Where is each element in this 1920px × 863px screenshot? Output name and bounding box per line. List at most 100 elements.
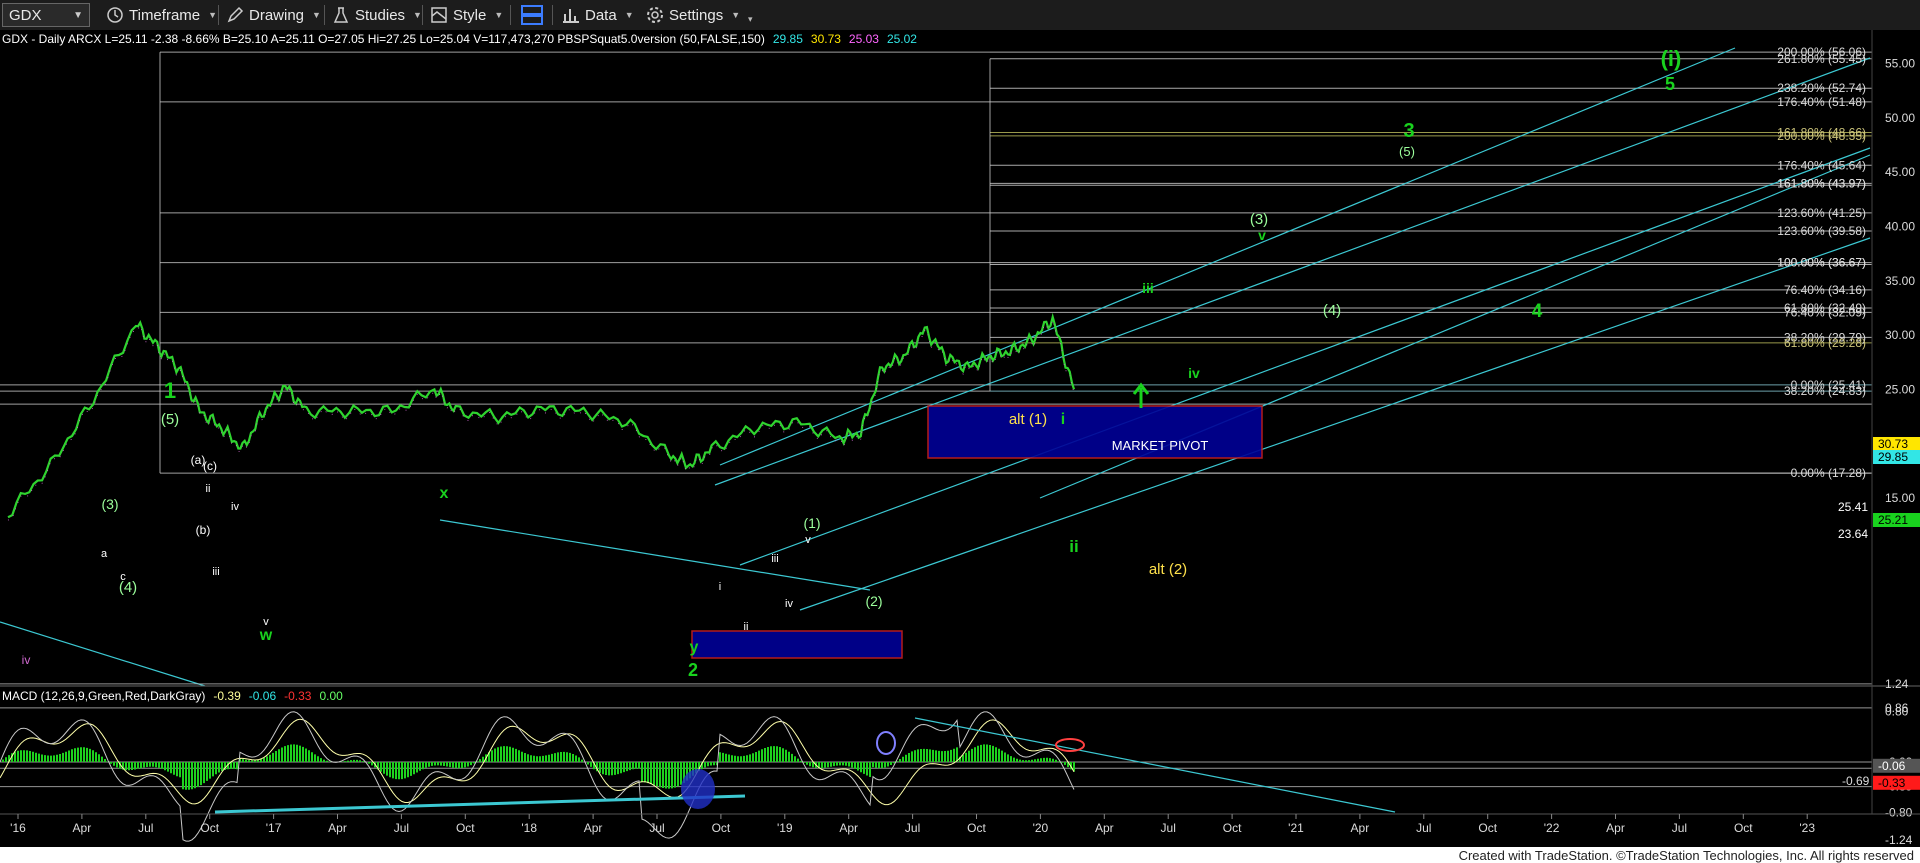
settings-menu[interactable]: Settings ▼ — [646, 3, 740, 27]
drawing-menu[interactable]: Drawing ▼ — [226, 3, 321, 27]
indicator-value: 25.03 — [849, 32, 879, 46]
wave-label: i — [719, 581, 721, 593]
price-tag-label: 30.73 — [1878, 437, 1908, 451]
price-tag-label: 25.21 — [1878, 513, 1908, 527]
fib-level-label: 61.80% (29.28) — [1784, 336, 1866, 350]
time-axis-tick: Oct — [1223, 821, 1242, 835]
wave-label: (5) — [1399, 144, 1415, 159]
price-axis-tick: 55.00 — [1885, 57, 1915, 71]
time-axis-tick: '19 — [777, 821, 793, 835]
toolbar-divider — [324, 5, 325, 25]
time-axis-tick: Apr — [328, 821, 347, 835]
time-axis-tick: Jul — [649, 821, 664, 835]
macd-value: -0.39 — [213, 689, 241, 703]
time-axis-tick: Oct — [712, 821, 731, 835]
toolbar-divider — [510, 5, 511, 25]
wave-label: x — [440, 485, 449, 502]
symbol-input[interactable]: GDX ▼ — [2, 3, 90, 27]
wave-label: (4) — [1323, 302, 1341, 319]
wave-label: ii — [744, 621, 749, 633]
clock-icon — [107, 7, 123, 23]
wave-label: 3 — [1403, 120, 1414, 142]
price-level-label: 23.64 — [1838, 527, 1868, 541]
time-axis-tick: '23 — [1799, 821, 1815, 835]
style-menu[interactable]: Style ▼ — [430, 3, 503, 27]
time-axis-tick: Apr — [73, 821, 92, 835]
price-axis-tick: 25.00 — [1885, 382, 1915, 396]
time-axis-tick: '21 — [1288, 821, 1304, 835]
data-menu[interactable]: Data ▼ — [562, 3, 634, 27]
price-axis-tick: 15.00 — [1885, 491, 1915, 505]
time-axis-tick: Jul — [905, 821, 920, 835]
wave-label: (b) — [196, 523, 211, 537]
chart-header-text: GDX - Daily ARCX L=25.11 -2.38 -8.66% B=… — [2, 32, 765, 46]
wave-label: 2 — [688, 660, 698, 680]
price-axis-tick: 30.00 — [1885, 328, 1915, 342]
time-axis-tick: Oct — [1478, 821, 1497, 835]
time-axis-tick: Apr — [1351, 821, 1370, 835]
toolbar-divider — [422, 5, 423, 25]
price-axis-tick: 35.00 — [1885, 274, 1915, 288]
wave-label: (2) — [865, 593, 882, 609]
time-axis-tick: Jul — [1672, 821, 1687, 835]
wave-label: 5 — [1665, 74, 1675, 94]
time-axis-tick: Apr — [1606, 821, 1625, 835]
wave-label: iv — [785, 598, 793, 610]
macd-header-text: MACD (12,26,9,Green,Red,DarkGray) — [2, 689, 205, 703]
copyright-text: Created with TradeStation. ©TradeStation… — [1458, 848, 1914, 863]
fib-level-label: 38.20% (24.83) — [1784, 384, 1866, 398]
market-pivot-label: MARKET PIVOT — [1112, 438, 1209, 453]
drawing-label: Drawing — [249, 6, 305, 24]
time-axis-tick: Jul — [1416, 821, 1431, 835]
layout-button[interactable] — [520, 3, 549, 27]
style-icon — [431, 7, 447, 23]
gear-icon — [647, 7, 663, 23]
symbol-value: GDX — [9, 6, 42, 24]
chart-header: GDX - Daily ARCX L=25.11 -2.38 -8.66% B=… — [2, 32, 917, 46]
wave-label: v — [1258, 227, 1266, 243]
wave-label: (1) — [803, 515, 820, 531]
macd-tag-label: -0.33 — [1878, 776, 1906, 790]
wave-label: ii — [1069, 537, 1078, 556]
chevron-down-icon: ▾ — [748, 13, 753, 24]
macd-value: -0.33 — [284, 689, 312, 703]
wave-label: iv — [22, 653, 31, 667]
wave-label: (3) — [1250, 211, 1268, 228]
overflow-menu[interactable]: ▾ — [740, 7, 753, 31]
time-axis-tick: Oct — [456, 821, 475, 835]
time-axis-tick: Apr — [584, 821, 603, 835]
price-level-label: 25.41 — [1838, 500, 1868, 514]
chart-toolbar: GDX ▼ Timeframe ▼ Drawing ▼ Studies ▼ Style… — [0, 0, 1920, 31]
wave-label: alt (1) — [1009, 411, 1047, 428]
time-axis-tick: Jul — [138, 821, 153, 835]
fib-level-label: 123.60% (41.25) — [1777, 206, 1866, 220]
wave-label: alt (2) — [1149, 561, 1187, 578]
time-axis-tick: Oct — [967, 821, 986, 835]
fib-level-label: 76.40% (32.09) — [1784, 305, 1866, 319]
fib-level-label: 123.60% (39.58) — [1777, 224, 1866, 238]
chevron-down-icon: ▼ — [624, 10, 634, 20]
chevron-down-icon[interactable]: ▼ — [73, 10, 83, 21]
macd-highlight-circle — [681, 769, 715, 809]
fib-level-label: 161.80% (43.97) — [1777, 176, 1866, 190]
timeframe-menu[interactable]: Timeframe ▼ — [106, 3, 217, 27]
macd-axis-tick: -1.24 — [1885, 833, 1913, 847]
market-pivot-box — [927, 405, 1263, 459]
bar-chart-icon — [563, 9, 579, 23]
wave-label: (i) — [1661, 46, 1682, 71]
wave-label: iii — [1142, 280, 1154, 296]
fib-level-label: 261.80% (55.45) — [1777, 52, 1866, 66]
macd-tag-label: -0.06 — [1878, 759, 1906, 773]
price-axis-tick: 45.00 — [1885, 165, 1915, 179]
time-axis-tick: '18 — [521, 821, 537, 835]
price-chart[interactable]: GDX - Daily ARCX L=25.11 -2.38 -8.66% B=… — [0, 30, 1920, 847]
wave-label: y — [690, 639, 699, 656]
wave-label: iv — [1188, 365, 1200, 381]
fib-level-label: 76.40% (34.16) — [1784, 283, 1866, 297]
indicator-value: 30.73 — [811, 32, 841, 46]
macd-value: -0.06 — [249, 689, 277, 703]
studies-menu[interactable]: Studies ▼ — [332, 3, 422, 27]
wave-label: 1 — [164, 378, 176, 403]
price-axis-tick: 50.00 — [1885, 111, 1915, 125]
toolbar-divider — [552, 5, 553, 25]
